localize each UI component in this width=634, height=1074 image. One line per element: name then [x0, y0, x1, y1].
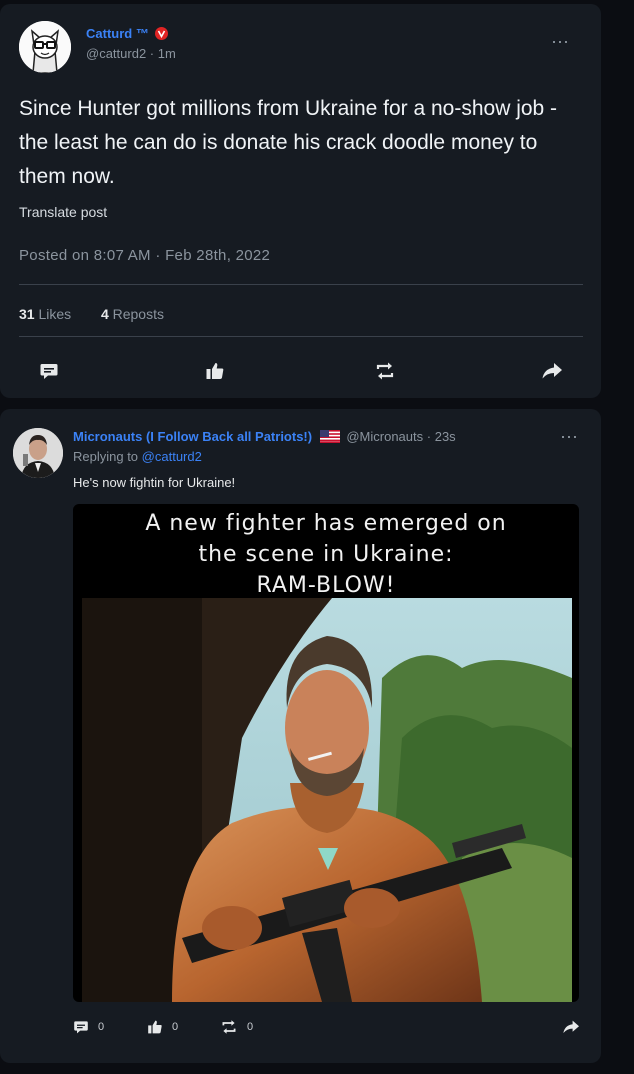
reply-meme-image[interactable]: A new fighter has emerged on the scene i…	[73, 504, 579, 1002]
translate-post-link[interactable]: Translate post	[19, 204, 107, 220]
reply-more-options-icon[interactable]: ⋯	[560, 427, 579, 448]
main-post-card: Catturd ™ @catturd2 · 1m ⋯ Since Hunter …	[0, 4, 601, 398]
us-flag-icon	[319, 430, 340, 443]
divider	[19, 336, 583, 337]
thumbs-up-icon	[206, 363, 224, 379]
reply-comment-button[interactable]: 0	[73, 1019, 104, 1035]
separator-dot: ·	[426, 429, 432, 444]
reposts-stat[interactable]: 4 Reposts	[101, 306, 164, 322]
divider	[19, 284, 583, 285]
reply-card: Micronauts (I Follow Back all Patriots!)…	[0, 409, 601, 1063]
reposts-label: Reposts	[112, 306, 164, 322]
reply-like-count: 0	[172, 1021, 179, 1033]
reply-repost-button[interactable]: 0	[220, 1019, 253, 1035]
reply-author-row: Micronauts (I Follow Back all Patriots!)…	[73, 429, 456, 444]
share-arrow-icon	[542, 363, 562, 379]
micronauts-avatar[interactable]	[13, 428, 63, 478]
posted-timestamp: Posted on 8:07 AM · Feb 28th, 2022	[19, 247, 271, 264]
author-name[interactable]: Catturd ™	[86, 26, 149, 41]
author-handle[interactable]: @catturd2	[86, 46, 146, 61]
reply-time[interactable]: 23s	[435, 429, 456, 444]
reply-share-button[interactable]	[562, 1019, 580, 1035]
post-text: Since Hunter got millions from Ukraine f…	[19, 97, 558, 188]
comment-icon	[40, 364, 58, 379]
reply-author-handle[interactable]: @Micronauts	[346, 429, 423, 444]
meme-caption: A new fighter has emerged on the scene i…	[73, 508, 579, 601]
verified-badge-icon	[155, 27, 169, 40]
reply-author-name[interactable]: Micronauts (I Follow Back all Patriots!)	[73, 429, 312, 444]
replying-to-line: Replying to @catturd2	[73, 449, 202, 464]
reply-actions: 0 0 0	[73, 1019, 583, 1039]
post-actions	[19, 356, 583, 386]
meme-photo	[82, 598, 572, 1002]
meme-caption-line: the scene in Ukraine:	[198, 542, 454, 567]
reply-text: He's now fightin for Ukraine!	[73, 475, 236, 490]
author-name-row[interactable]: Catturd ™	[86, 26, 169, 41]
share-arrow-icon	[563, 1020, 579, 1033]
repost-icon	[222, 1020, 236, 1034]
post-stats: 31 Likes 4 Reposts	[19, 306, 164, 322]
share-button[interactable]	[537, 356, 567, 386]
reply-like-button[interactable]: 0	[147, 1019, 178, 1035]
thumbs-up-icon	[148, 1020, 162, 1034]
replying-to-link[interactable]: @catturd2	[142, 449, 202, 464]
likes-count: 31	[19, 306, 35, 322]
more-options-icon[interactable]: ⋯	[551, 32, 570, 53]
reply-repost-count: 0	[247, 1021, 254, 1033]
catturd-avatar[interactable]	[19, 21, 71, 73]
likes-label: Likes	[38, 306, 72, 322]
comment-icon	[74, 1021, 88, 1034]
separator-dot: ·	[149, 46, 155, 61]
reposts-count: 4	[100, 306, 109, 322]
meme-caption-line: A new fighter has emerged on	[145, 511, 507, 536]
replying-prefix: Replying to	[73, 449, 139, 464]
reply-comment-count: 0	[98, 1021, 105, 1033]
likes-stat[interactable]: 31 Likes	[19, 306, 71, 322]
comment-button[interactable]	[34, 356, 64, 386]
meme-caption-line: RAM-BLOW!	[256, 573, 396, 598]
repost-button[interactable]	[370, 356, 400, 386]
repost-icon	[376, 362, 394, 380]
author-handle-row: @catturd2 · 1m	[86, 46, 176, 61]
post-time[interactable]: 1m	[158, 46, 176, 61]
like-button[interactable]	[200, 356, 230, 386]
